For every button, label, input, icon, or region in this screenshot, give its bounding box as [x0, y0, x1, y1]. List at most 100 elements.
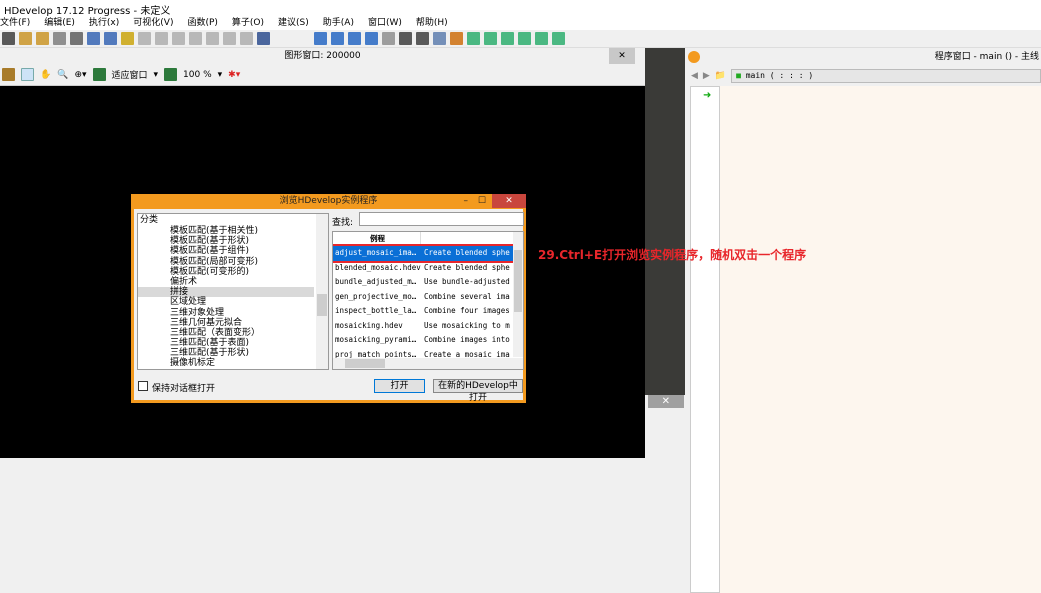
zoom-icon[interactable] [518, 32, 531, 45]
back-icon[interactable]: ◀ [691, 71, 698, 81]
zoom-in-icon[interactable]: ⊕▾ [74, 70, 86, 80]
menu-item[interactable]: 建议(S) [278, 16, 309, 30]
step-icon[interactable] [331, 32, 344, 45]
close-icon[interactable]: ✕ [492, 194, 526, 208]
folder-icon[interactable]: 📁 [715, 71, 726, 81]
example-description: Use bundle-adjusted [424, 277, 510, 286]
open-in-new-button[interactable]: 在新的HDevelop中打开 [433, 379, 523, 403]
stop-icon[interactable] [382, 32, 395, 45]
minimize-icon[interactable]: – [464, 194, 469, 209]
program-editor[interactable] [720, 86, 1041, 593]
close-icon[interactable]: ✕ [648, 395, 684, 408]
menu-item[interactable]: 窗口(W) [368, 16, 402, 30]
uncomment-icon[interactable] [240, 32, 253, 45]
table-row[interactable]: adjust_mosaic_ima… Create blended spher [333, 244, 523, 263]
print-icon[interactable] [70, 32, 83, 45]
table-row[interactable]: inspect_bottle_la… Combine four images [333, 304, 523, 319]
open-recent-icon[interactable] [36, 32, 49, 45]
category-header: 分类 [140, 215, 159, 225]
table-row[interactable]: mosaicking.hdev Use mosaicking to m [333, 319, 523, 334]
breakpoint-icon[interactable] [433, 32, 446, 45]
export-icon[interactable] [104, 32, 117, 45]
magnifier-icon[interactable]: 🔍 [57, 70, 68, 80]
category-item[interactable]: 模板匹配(基于组件) [138, 246, 328, 256]
step-over-icon[interactable] [348, 32, 361, 45]
example-file: gen_projective_mo… [335, 291, 417, 301]
category-list[interactable]: 分类 模板匹配(基于相关性) 模板匹配(基于形状) 模板匹配(基于组件) 模板匹配(局… [137, 213, 329, 370]
profiler-icon[interactable] [450, 32, 463, 45]
menu-item[interactable]: 执行(x) [89, 16, 119, 30]
panel-divider [645, 48, 685, 395]
program-toolbar: ◀ ▶ 📁 ■ main ( : : : ) [685, 66, 1041, 86]
comment-icon[interactable] [223, 32, 236, 45]
column-header[interactable]: 例程 [333, 232, 421, 245]
maximize-icon[interactable]: ☐ [478, 194, 486, 209]
hand-icon[interactable]: ✋ [40, 70, 51, 80]
category-item[interactable]: 模板匹配(可变形的) [138, 267, 328, 277]
category-item[interactable]: 拼接 [138, 287, 314, 298]
fit-window-select[interactable]: 适应窗口 [112, 68, 148, 81]
undo-icon[interactable] [189, 32, 202, 45]
table-vscrollbar[interactable] [513, 232, 523, 357]
color-picker-icon[interactable]: ✱▾ [228, 70, 240, 80]
save-icon[interactable] [53, 32, 66, 45]
step-out-icon[interactable] [416, 32, 429, 45]
menu-item[interactable]: 可视化(V) [133, 16, 173, 30]
category-item[interactable]: 三维匹配（表面变形） [138, 328, 328, 338]
inspect-icon[interactable] [552, 32, 565, 45]
table-row[interactable]: blended_mosaic.hdev Create blended spher [333, 261, 523, 276]
menu-item[interactable]: 函数(P) [187, 16, 217, 30]
menu-item[interactable]: 编辑(E) [44, 16, 75, 30]
category-scrollbar[interactable] [316, 214, 328, 369]
pointer-icon[interactable] [21, 68, 34, 81]
line-gutter: ➜ [690, 86, 720, 593]
pencil-icon[interactable] [2, 68, 15, 81]
zoom-select[interactable]: 100 % [183, 70, 212, 80]
procedure-icon: ■ [736, 71, 741, 80]
close-icon[interactable]: ✕ [609, 48, 635, 64]
menu-item[interactable]: 算子(O) [232, 16, 264, 30]
binoculars-icon[interactable] [257, 32, 270, 45]
open-icon[interactable] [19, 32, 32, 45]
zoom-level-icon[interactable] [164, 68, 178, 81]
keep-open-checkbox[interactable] [138, 381, 148, 391]
graphics-icon[interactable] [467, 32, 480, 45]
category-item[interactable]: 三维对象处理 [138, 308, 328, 318]
menu-item[interactable]: 文件(F) [0, 16, 30, 30]
category-item[interactable]: 三维匹配(基于表面) [138, 338, 328, 348]
open-button[interactable]: 打开 [374, 379, 425, 393]
features-icon[interactable] [535, 32, 548, 45]
step-into-icon[interactable] [399, 32, 412, 45]
procedure-select[interactable]: ■ main ( : : : ) [731, 69, 1041, 83]
histogram-icon[interactable] [484, 32, 497, 45]
table-hscrollbar[interactable] [333, 358, 523, 369]
search-input[interactable] [359, 212, 524, 226]
category-item[interactable]: 三维匹配(基于形状) [138, 348, 328, 358]
paste-icon[interactable] [172, 32, 185, 45]
new-icon[interactable] [2, 32, 15, 45]
example-table[interactable]: 例程 adjust_mosaic_ima… Create blended sphe… [332, 231, 524, 370]
main-toolbar [0, 30, 1041, 48]
table-row[interactable]: bundle_adjusted_m… Use bundle-adjusted [333, 275, 523, 290]
step-back-icon[interactable] [365, 32, 378, 45]
insert-icon[interactable] [121, 32, 134, 45]
category-item[interactable]: 模板匹配(基于形状) [138, 236, 328, 246]
category-item[interactable]: 模板匹配(局部可变形) [138, 257, 328, 267]
import-icon[interactable] [87, 32, 100, 45]
table-row[interactable]: gen_projective_mo… Combine several ima [333, 290, 523, 305]
cut-icon[interactable] [138, 32, 151, 45]
run-icon[interactable] [314, 32, 327, 45]
category-item[interactable]: 摄像机标定 [138, 358, 328, 368]
copy-icon[interactable] [155, 32, 168, 45]
category-item[interactable]: 三维几何基元拟合 [138, 318, 328, 328]
redo-icon[interactable] [206, 32, 219, 45]
category-item[interactable]: 区域处理 [138, 297, 328, 307]
category-item[interactable]: 偏折术 [138, 277, 328, 287]
menu-item[interactable]: 助手(A) [323, 16, 354, 30]
menu-item[interactable]: 帮助(H) [416, 16, 448, 30]
line-profile-icon[interactable] [501, 32, 514, 45]
fit-window-icon[interactable] [92, 68, 106, 81]
category-item[interactable]: 模板匹配(基于相关性) [138, 226, 328, 236]
table-row[interactable]: mosaicking_pyrami… Combine images into [333, 333, 523, 348]
forward-icon[interactable]: ▶ [703, 71, 710, 81]
